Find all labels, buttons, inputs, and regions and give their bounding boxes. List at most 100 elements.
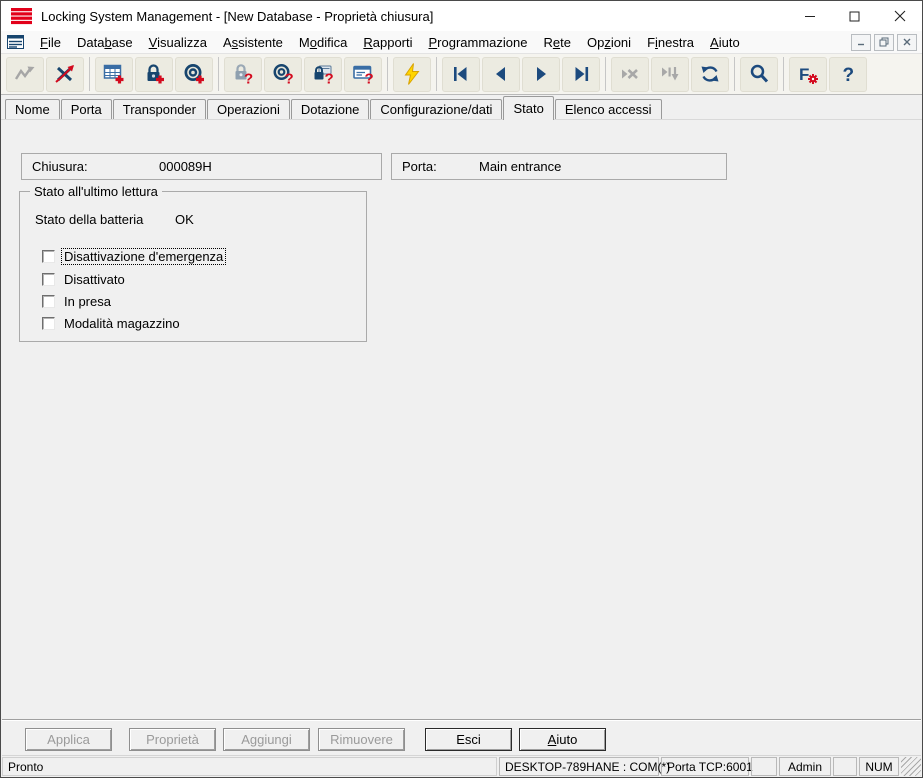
status-tcp-port: Porta TCP:6001 [661, 757, 749, 776]
document-icon[interactable] [7, 35, 24, 49]
refresh-button[interactable] [691, 57, 729, 92]
read-lock-button[interactable]: ? [224, 57, 262, 92]
x-arrow-icon [53, 62, 77, 86]
menu-aiuto[interactable]: Aiuto [702, 33, 748, 52]
checkbox-label[interactable]: Disattivazione d'emergenza [62, 249, 225, 264]
tab-porta[interactable]: Porta [61, 99, 112, 119]
maximize-button[interactable] [832, 1, 877, 31]
lock-question-icon: ? [231, 62, 255, 86]
next-record-button[interactable] [522, 57, 560, 92]
status-bar: Pronto DESKTOP-789HANE : COM(*) Porta TC… [2, 755, 921, 776]
tab-transponder[interactable]: Transponder [113, 99, 206, 119]
table-plus-icon [102, 62, 126, 86]
network-connection-button[interactable] [6, 57, 44, 92]
svg-text:?: ? [244, 71, 253, 87]
last-record-button[interactable] [562, 57, 600, 92]
checkbox-disattivato[interactable] [42, 273, 55, 286]
chiusura-field: Chiusura: 000089H [21, 153, 382, 180]
checkbox-label[interactable]: Disattivato [62, 272, 127, 287]
menu-programmazione[interactable]: Programmazione [421, 33, 536, 52]
aggiungi-button[interactable]: Aggiungi [223, 728, 310, 751]
checkbox-row-emergenza: Disattivazione d'emergenza [42, 249, 225, 264]
triangle-x-icon [618, 62, 642, 86]
tab-stato[interactable]: Stato [503, 96, 553, 120]
battery-label: Stato della batteria [35, 212, 175, 227]
applica-button[interactable]: Applica [25, 728, 112, 751]
mdi-minimize-button[interactable] [851, 34, 871, 51]
read-window-button[interactable]: ? [344, 57, 382, 92]
menu-assistente[interactable]: Assistente [215, 33, 291, 52]
footer-separator [2, 719, 921, 721]
triangle-down-icon [658, 62, 682, 86]
tab-nome[interactable]: Nome [5, 99, 60, 119]
proprieta-button[interactable]: Proprietà [129, 728, 216, 751]
program-button[interactable] [393, 57, 431, 92]
toolbar-separator [605, 57, 606, 91]
checkbox-disattivazione-emergenza[interactable] [42, 250, 55, 263]
apply-navigation-button[interactable] [651, 57, 689, 92]
checkbox-row-disattivato: Disattivato [42, 272, 127, 287]
last-icon [569, 62, 593, 86]
new-locking-plan-button[interactable] [95, 57, 133, 92]
checkbox-in-presa[interactable] [42, 295, 55, 308]
menu-database[interactable]: Database [69, 33, 141, 52]
menu-opzioni[interactable]: Opzioni [579, 33, 639, 52]
toolbar-separator [89, 57, 90, 91]
stato-groupbox: Stato all'ultimo lettura Stato della bat… [19, 191, 367, 342]
search-button[interactable] [740, 57, 778, 92]
esci-button[interactable]: Esci [425, 728, 512, 751]
mdi-close-icon [903, 38, 911, 46]
application-window: Locking System Management - [New Databas… [0, 0, 923, 778]
mdi-close-button[interactable] [897, 34, 917, 51]
groupbox-title: Stato all'ultimo lettura [30, 184, 162, 199]
checkbox-modalita-magazzino[interactable] [42, 317, 55, 330]
read-transponder-button[interactable]: ? [264, 57, 302, 92]
read-mifare-lock-button[interactable]: ? [304, 57, 342, 92]
status-empty-2 [833, 757, 857, 776]
status-host: DESKTOP-789HANE : COM(*) [499, 757, 659, 776]
porta-label: Porta: [392, 159, 479, 174]
resize-grip[interactable] [901, 757, 921, 776]
status-empty-1 [751, 757, 777, 776]
menu-rapporti[interactable]: Rapporti [355, 33, 420, 52]
lock-plus-icon [142, 62, 166, 86]
tab-strip: Nome Porta Transponder Operazioni Dotazi… [1, 95, 922, 120]
menu-finestra[interactable]: Finestra [639, 33, 702, 52]
title-bar: Locking System Management - [New Databas… [1, 1, 922, 31]
first-record-button[interactable] [442, 57, 480, 92]
toolbar-separator [387, 57, 388, 91]
status-num-lock: NUM [859, 757, 899, 776]
aiuto-button[interactable]: Aiuto [519, 728, 606, 751]
checkbox-label[interactable]: In presa [62, 294, 113, 309]
tab-elenco-accessi[interactable]: Elenco accessi [555, 99, 662, 119]
tab-operazioni[interactable]: Operazioni [207, 99, 290, 119]
new-transponder-button[interactable] [175, 57, 213, 92]
status-ready: Pronto [2, 757, 497, 776]
help-button[interactable]: ? [829, 57, 867, 92]
minimize-button[interactable] [787, 1, 832, 31]
window-question-icon: ? [351, 62, 375, 86]
menu-file[interactable]: File [32, 33, 69, 52]
svg-text:?: ? [325, 71, 334, 87]
zigzag-arrow-icon [13, 62, 37, 86]
disconnect-button[interactable] [46, 57, 84, 92]
mdi-restore-button[interactable] [874, 34, 894, 51]
close-button[interactable] [877, 1, 922, 31]
previous-record-button[interactable] [482, 57, 520, 92]
menu-rete[interactable]: Rete [536, 33, 579, 52]
menu-modifica[interactable]: Modifica [291, 33, 355, 52]
filter-settings-button[interactable]: F [789, 57, 827, 92]
new-lock-button[interactable] [135, 57, 173, 92]
menu-visualizza[interactable]: Visualizza [141, 33, 215, 52]
tab-dotazione[interactable]: Dotazione [291, 99, 370, 119]
checkbox-label[interactable]: Modalità magazzino [62, 316, 182, 331]
toolbar: ? ? ? [1, 54, 922, 95]
cancel-navigation-button[interactable] [611, 57, 649, 92]
rimuovere-button[interactable]: Rimuovere [318, 728, 405, 751]
porta-field: Porta: Main entrance [391, 153, 727, 180]
svg-text:?: ? [843, 65, 855, 86]
maximize-icon [849, 11, 860, 22]
tab-configurazione-dati[interactable]: Configurazione/dati [370, 99, 502, 119]
previous-icon [489, 62, 513, 86]
lightning-icon [400, 62, 424, 86]
